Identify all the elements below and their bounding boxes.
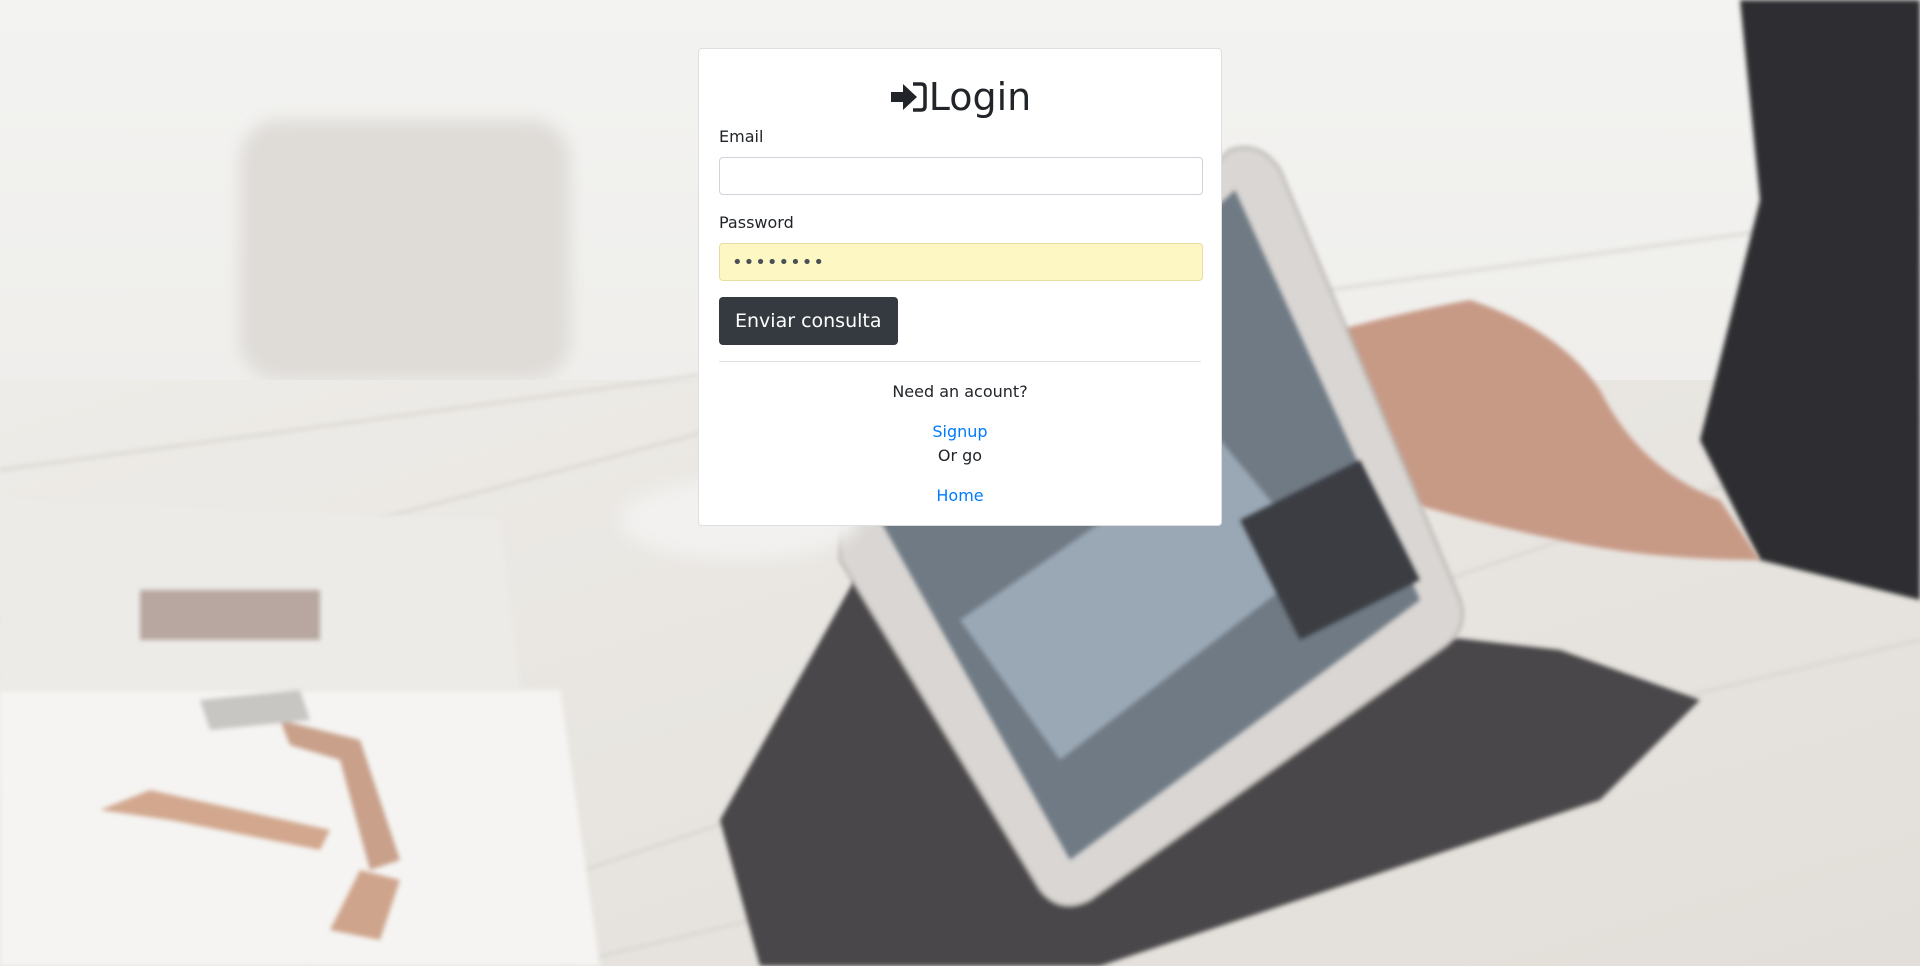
divider [719, 361, 1201, 362]
email-field[interactable] [719, 157, 1203, 195]
email-label: Email [719, 127, 764, 146]
home-link[interactable]: Home [719, 484, 1201, 508]
password-masked-value: •••••••• [732, 251, 825, 273]
password-label: Password [719, 213, 794, 232]
login-title: Login [719, 73, 1201, 121]
login-card: Login Email Password •••••••• Enviar con… [698, 48, 1222, 526]
signup-link[interactable]: Signup [719, 420, 1201, 444]
sign-in-icon [890, 82, 927, 112]
submit-button[interactable]: Enviar consulta [719, 297, 898, 345]
password-field[interactable]: •••••••• [719, 243, 1203, 281]
need-account-text: Need an acount? [892, 382, 1028, 401]
login-title-text: Login [928, 75, 1032, 119]
or-go-text: Or go [937, 446, 983, 465]
